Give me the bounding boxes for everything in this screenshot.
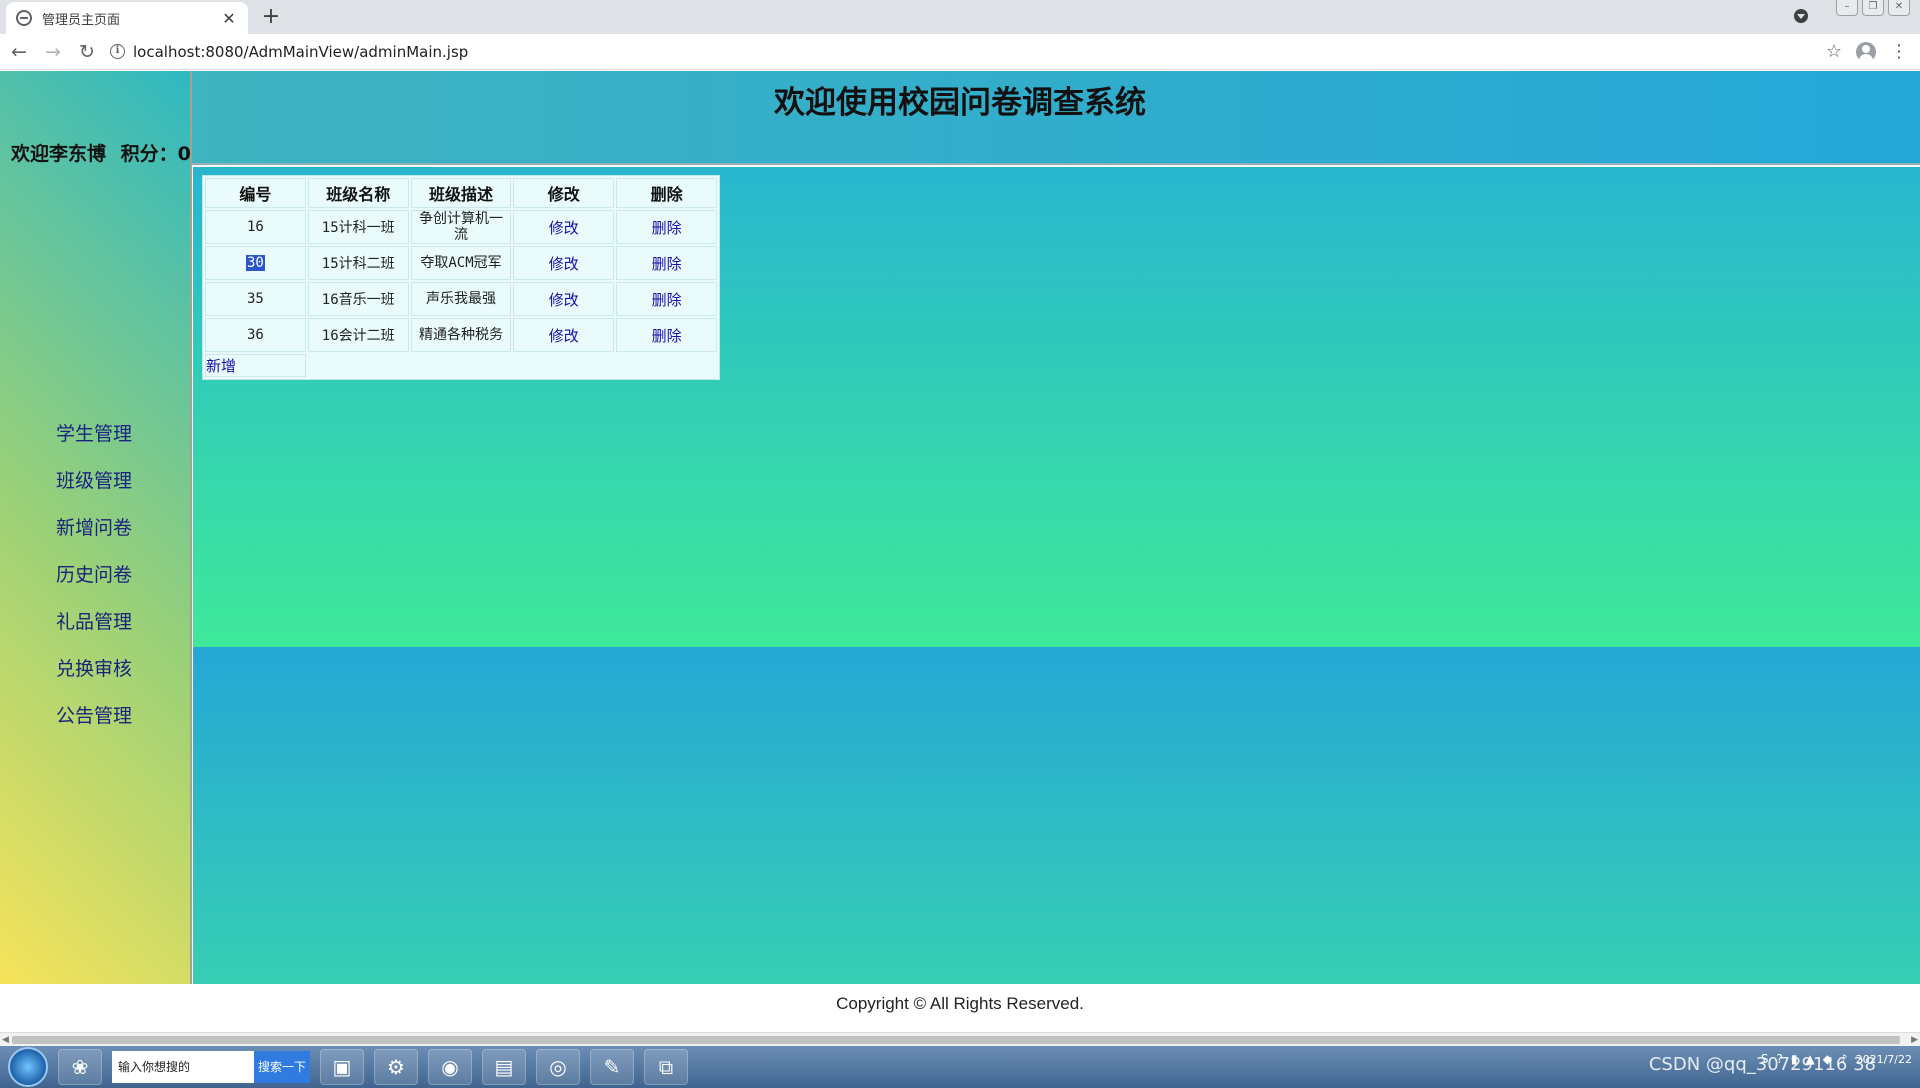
toolbar-actions: ☆ ⋮: [1826, 41, 1908, 62]
address-bar[interactable]: i localhost:8080/AdmMainView/adminMain.j…: [110, 37, 1826, 67]
column-header-class-desc: 班级描述: [410, 178, 512, 208]
browser-toolbar: ← → ↻ i localhost:8080/AdmMainView/admin…: [0, 34, 1920, 70]
delete-link[interactable]: 删除: [652, 255, 682, 273]
cell-id: 35: [205, 282, 306, 316]
scrollbar-thumb[interactable]: [12, 1036, 1900, 1044]
menu-item-survey-history[interactable]: 历史问卷: [0, 552, 192, 599]
edit-link[interactable]: 修改: [549, 219, 579, 237]
add-row: 新增: [205, 354, 717, 377]
content-area-lower: [193, 647, 1920, 984]
browser-tabstrip: 管理员主页面 ✕ + – ❐ ✕: [0, 0, 1920, 34]
cell-class-desc: 夺取ACM冠军: [410, 246, 512, 280]
back-button[interactable]: ←: [4, 37, 34, 67]
table-row: 36 16会计二班 精通各种税务 修改 删除: [205, 318, 717, 352]
table-row: 30 15计科二班 夺取ACM冠军 修改 删除: [205, 246, 717, 280]
cell-class-name: 16音乐一班: [307, 282, 409, 316]
page-header: 欢迎使用校园问卷调查系统: [192, 71, 1920, 165]
taskbar-search-button[interactable]: 搜索一下: [254, 1051, 310, 1083]
csdn-watermark: CSDN @qq_30729116 38: [1648, 1054, 1876, 1075]
table-row: 16 15计科一班 争创计算机一流 修改 删除: [205, 210, 717, 244]
cell-class-name: 16会计二班: [307, 318, 409, 352]
taskbar-search: 输入你想搜的 搜索一下: [112, 1051, 310, 1083]
menu-item-new-survey[interactable]: 新增问卷: [0, 505, 192, 552]
menu-item-student-management[interactable]: 学生管理: [0, 411, 192, 458]
windows-taskbar: ❀ 输入你想搜的 搜索一下 ▣ ⚙ ◉ ▤ ◎ ✎ ⧉ S ? ▮ ▲ ◆ ♪ …: [0, 1046, 1920, 1088]
more-menu-icon[interactable]: ⋮: [1890, 41, 1908, 62]
page-title: 欢迎使用校园问卷调查系统: [774, 85, 1146, 121]
minimize-button[interactable]: –: [1836, 0, 1858, 16]
cell-class-desc: 声乐我最强: [410, 282, 512, 316]
cell-id: 16: [205, 210, 306, 244]
menu-item-gift-management[interactable]: 礼品管理: [0, 599, 192, 646]
table-header-row: 编号 班级名称 班级描述 修改 删除: [205, 178, 717, 208]
url-text[interactable]: localhost:8080/AdmMainView/adminMain.jsp: [133, 43, 468, 61]
column-header-id: 编号: [205, 178, 306, 208]
column-header-delete: 删除: [616, 178, 717, 208]
column-header-class-name: 班级名称: [307, 178, 409, 208]
sidebar-menu: 学生管理 班级管理 新增问卷 历史问卷 礼品管理 兑换审核 公告管理: [0, 411, 192, 740]
cell-class-name: 15计科一班: [307, 210, 409, 244]
menu-item-exchange-review[interactable]: 兑换审核: [0, 646, 192, 693]
tab-search-icon[interactable]: [1794, 9, 1808, 23]
site-info-icon[interactable]: i: [110, 44, 125, 59]
edit-link[interactable]: 修改: [549, 291, 579, 309]
copyright-text: Copyright © All Rights Reserved.: [836, 994, 1084, 1013]
cell-class-desc: 争创计算机一流: [410, 210, 512, 244]
browser-tab[interactable]: 管理员主页面 ✕: [6, 2, 248, 34]
cell-id-selected: 30: [245, 255, 265, 271]
scroll-right-icon[interactable]: ▶: [1911, 1033, 1918, 1047]
reload-button[interactable]: ↻: [72, 37, 102, 67]
window-controls: – ❐ ✕: [1836, 0, 1910, 16]
page-footer: Copyright © All Rights Reserved.: [0, 984, 1920, 1032]
restore-button[interactable]: ❐: [1862, 0, 1884, 16]
gear-app-icon[interactable]: ⚙: [374, 1049, 418, 1085]
class-table: 编号 班级名称 班级描述 修改 删除 16 15计科一班 争创计算机一流 修改 …: [202, 175, 720, 380]
horizontal-scrollbar[interactable]: ◀ ▶: [0, 1032, 1920, 1046]
start-button[interactable]: [8, 1047, 48, 1087]
page-content: 欢迎李东博 积分：0 注销 学生管理 班级管理 新增问卷 历史问卷 礼品管理 兑…: [0, 71, 1920, 984]
points-text: 积分：0: [120, 143, 191, 165]
close-tab-icon[interactable]: ✕: [220, 9, 238, 28]
cell-id: 36: [205, 318, 306, 352]
bookmark-star-icon[interactable]: ☆: [1826, 41, 1842, 62]
notes-app-icon[interactable]: ✎: [590, 1049, 634, 1085]
close-window-button[interactable]: ✕: [1888, 0, 1910, 16]
edit-link[interactable]: 修改: [549, 255, 579, 273]
column-header-edit: 修改: [513, 178, 615, 208]
delete-link[interactable]: 删除: [652, 291, 682, 309]
screenshot-tool-icon[interactable]: ⧉: [644, 1049, 688, 1085]
intellij-icon[interactable]: ▣: [320, 1049, 364, 1085]
new-tab-button[interactable]: +: [258, 4, 284, 30]
firefox-icon[interactable]: ◉: [428, 1049, 472, 1085]
delete-link[interactable]: 删除: [652, 327, 682, 345]
scroll-left-icon[interactable]: ◀: [2, 1033, 9, 1047]
cell-class-name: 15计科二班: [307, 246, 409, 280]
table-row: 35 16音乐一班 声乐我最强 修改 删除: [205, 282, 717, 316]
chrome-icon[interactable]: ◎: [536, 1049, 580, 1085]
globe-icon: [16, 10, 32, 26]
edit-link[interactable]: 修改: [549, 327, 579, 345]
welcome-text: 欢迎李东博: [11, 143, 107, 165]
folder-icon[interactable]: ▤: [482, 1049, 526, 1085]
menu-item-announcement-management[interactable]: 公告管理: [0, 693, 192, 740]
delete-link[interactable]: 删除: [652, 219, 682, 237]
sidebar: 欢迎李东博 积分：0 注销 学生管理 班级管理 新增问卷 历史问卷 礼品管理 兑…: [0, 71, 244, 984]
profile-avatar[interactable]: [1856, 41, 1876, 62]
add-class-link[interactable]: 新增: [206, 357, 236, 375]
forward-button[interactable]: →: [38, 37, 68, 67]
menu-item-class-management[interactable]: 班级管理: [0, 458, 192, 505]
cell-class-desc: 精通各种税务: [410, 318, 512, 352]
tab-title: 管理员主页面: [42, 12, 121, 28]
taskbar-search-input[interactable]: 输入你想搜的: [112, 1051, 254, 1083]
pinwheel-app-icon[interactable]: ❀: [58, 1049, 102, 1085]
